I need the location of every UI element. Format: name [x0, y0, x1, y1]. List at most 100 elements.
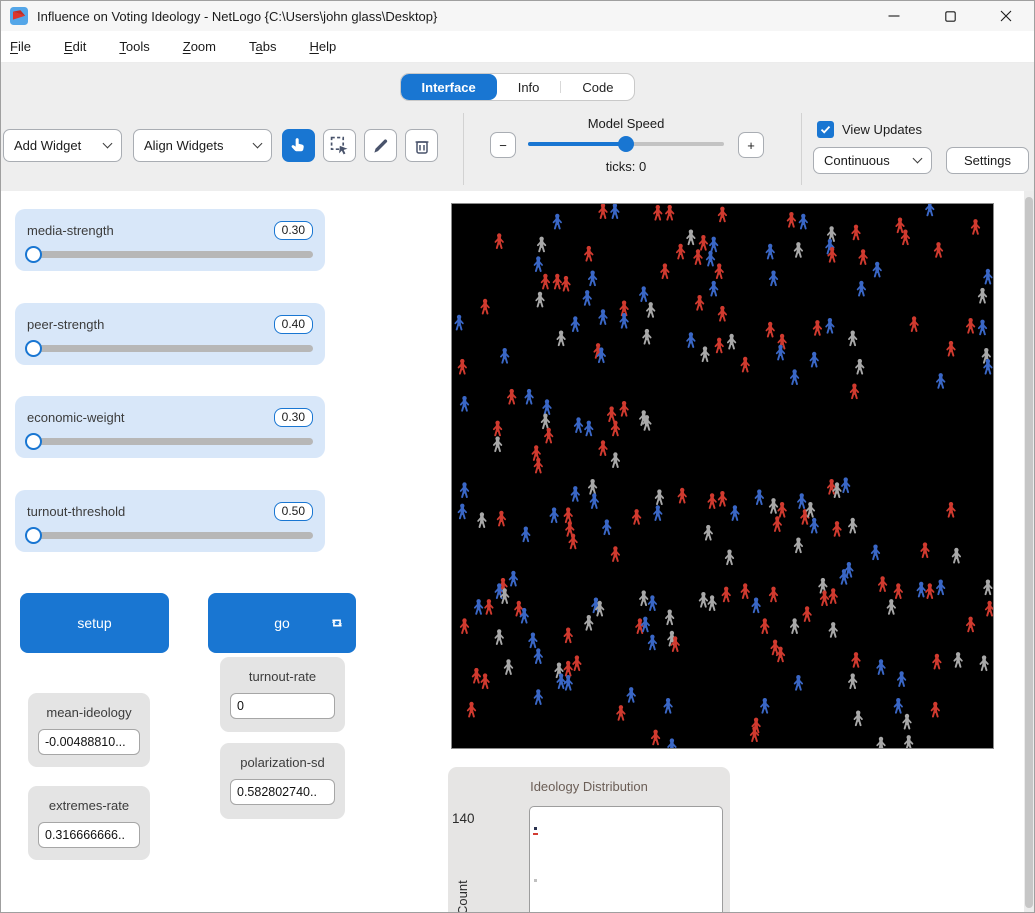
- update-mode-dropdown[interactable]: Continuous: [813, 147, 932, 174]
- monitor-mean-ideology: mean-ideology -0.00488810...: [28, 693, 150, 767]
- go-label: go: [274, 615, 290, 631]
- toolbar-divider: [801, 113, 802, 185]
- forever-loop-icon: [329, 615, 345, 631]
- settings-label: Settings: [964, 153, 1011, 168]
- vertical-scrollbar[interactable]: [1024, 191, 1034, 912]
- netlogo-app-icon: [10, 7, 28, 25]
- slider-label: economic-weight: [27, 410, 125, 425]
- slider-economic-weight[interactable]: economic-weight 0.30: [15, 396, 325, 458]
- slider-thumb[interactable]: [25, 433, 42, 450]
- monitor-value: 0.582802740..: [230, 779, 335, 805]
- go-button[interactable]: go: [208, 593, 356, 653]
- slider-media-strength[interactable]: media-strength 0.30: [15, 209, 325, 271]
- tab-code[interactable]: Code: [561, 74, 634, 100]
- tab-info[interactable]: Info: [497, 74, 561, 100]
- slider-value-box: 0.30: [274, 221, 313, 240]
- monitor-turnout-rate: turnout-rate 0: [220, 657, 345, 732]
- view-updates-label: View Updates: [842, 122, 922, 137]
- plus-icon: +: [747, 138, 755, 153]
- menu-edit[interactable]: Edit: [64, 34, 86, 59]
- update-mode-value: Continuous: [824, 153, 890, 168]
- align-widgets-dropdown[interactable]: Align Widgets: [133, 129, 272, 162]
- monitor-label: extremes-rate: [38, 798, 140, 813]
- model-speed-label: Model Speed: [506, 116, 746, 131]
- monitor-label: mean-ideology: [38, 705, 140, 720]
- trash-icon: [413, 137, 431, 155]
- interact-pointer-button[interactable]: [282, 129, 315, 162]
- pencil-icon: [372, 137, 390, 155]
- agents-layer: [452, 204, 994, 749]
- menu-file[interactable]: File: [10, 34, 31, 59]
- menu-bar: File Edit Tools Zoom Tabs Help: [1, 31, 1034, 63]
- window-title: Influence on Voting Ideology - NetLogo {…: [37, 9, 437, 24]
- slider-track[interactable]: [27, 438, 313, 445]
- chevron-down-icon: [103, 139, 113, 149]
- check-icon: [820, 124, 831, 135]
- view-updates-checkbox[interactable]: [817, 121, 834, 138]
- slider-value-box: 0.50: [274, 502, 313, 521]
- toolbar-divider: [463, 113, 464, 185]
- minimize-icon: [888, 10, 900, 22]
- model-speed-thumb[interactable]: [618, 136, 634, 152]
- scrollbar-thumb[interactable]: [1025, 197, 1033, 908]
- settings-button[interactable]: Settings: [946, 147, 1029, 174]
- monitor-value: 0: [230, 693, 335, 719]
- close-button[interactable]: [978, 1, 1034, 31]
- slider-thumb[interactable]: [25, 527, 42, 544]
- plot-title: Ideology Distribution: [448, 767, 730, 794]
- menu-tabs[interactable]: Tabs: [249, 34, 276, 59]
- hand-pointer-icon: [289, 136, 308, 155]
- netlogo-window: Influence on Voting Ideology - NetLogo {…: [0, 0, 1035, 913]
- minus-icon: −: [499, 138, 507, 153]
- setup-button[interactable]: setup: [20, 593, 169, 653]
- maximize-icon: [945, 11, 956, 22]
- slider-label: turnout-threshold: [27, 504, 125, 519]
- monitor-label: turnout-rate: [230, 669, 335, 684]
- slider-label: peer-strength: [27, 317, 104, 332]
- chevron-down-icon: [913, 154, 923, 164]
- title-bar: Influence on Voting Ideology - NetLogo {…: [1, 1, 1034, 31]
- align-widgets-label: Align Widgets: [144, 138, 223, 153]
- monitor-value: 0.316666666..: [38, 822, 140, 848]
- plot-pen-mark: [534, 827, 537, 830]
- slider-track[interactable]: [27, 251, 313, 258]
- slider-label: media-strength: [27, 223, 114, 238]
- slider-peer-strength[interactable]: peer-strength 0.40: [15, 303, 325, 365]
- monitor-extremes-rate: extremes-rate 0.316666666..: [28, 786, 150, 860]
- tab-group: Interface Info Code: [400, 73, 636, 101]
- setup-label: setup: [77, 615, 111, 631]
- plot-pen-mark: [534, 879, 537, 882]
- toolbar-header: Interface Info Code Add Widget Align Wid…: [1, 63, 1034, 191]
- plot-ideology-distribution: Ideology Distribution 140 Count: [448, 767, 730, 913]
- speed-slower-button[interactable]: −: [490, 132, 516, 158]
- speed-faster-button[interactable]: +: [738, 132, 764, 158]
- menu-zoom[interactable]: Zoom: [183, 34, 216, 59]
- interface-canvas: media-strength 0.30 peer-strength 0.40 e…: [1, 191, 1035, 913]
- slider-track[interactable]: [27, 345, 313, 352]
- slider-thumb[interactable]: [25, 246, 42, 263]
- delete-widget-button[interactable]: [405, 129, 438, 162]
- plot-area: [529, 806, 723, 913]
- slider-value-box: 0.40: [274, 315, 313, 334]
- plot-pen-mark: [533, 833, 538, 835]
- model-speed-fill: [528, 142, 626, 146]
- select-widgets-button[interactable]: [323, 129, 356, 162]
- minimize-button[interactable]: [866, 1, 922, 31]
- slider-turnout-threshold[interactable]: turnout-threshold 0.50: [15, 490, 325, 552]
- chevron-down-icon: [253, 139, 263, 149]
- marquee-select-icon: [330, 136, 349, 155]
- model-speed-slider[interactable]: [528, 142, 724, 146]
- slider-value-box: 0.30: [274, 408, 313, 427]
- maximize-button[interactable]: [922, 1, 978, 31]
- slider-thumb[interactable]: [25, 340, 42, 357]
- world-view[interactable]: [451, 203, 994, 749]
- menu-tools[interactable]: Tools: [119, 34, 149, 59]
- plot-y-axis-label: Count: [455, 819, 470, 913]
- monitor-label: polarization-sd: [230, 755, 335, 770]
- menu-help[interactable]: Help: [309, 34, 336, 59]
- ticks-counter: ticks: 0: [506, 159, 746, 174]
- edit-widget-button[interactable]: [364, 129, 397, 162]
- add-widget-dropdown[interactable]: Add Widget: [3, 129, 122, 162]
- tab-interface[interactable]: Interface: [401, 74, 497, 100]
- slider-track[interactable]: [27, 532, 313, 539]
